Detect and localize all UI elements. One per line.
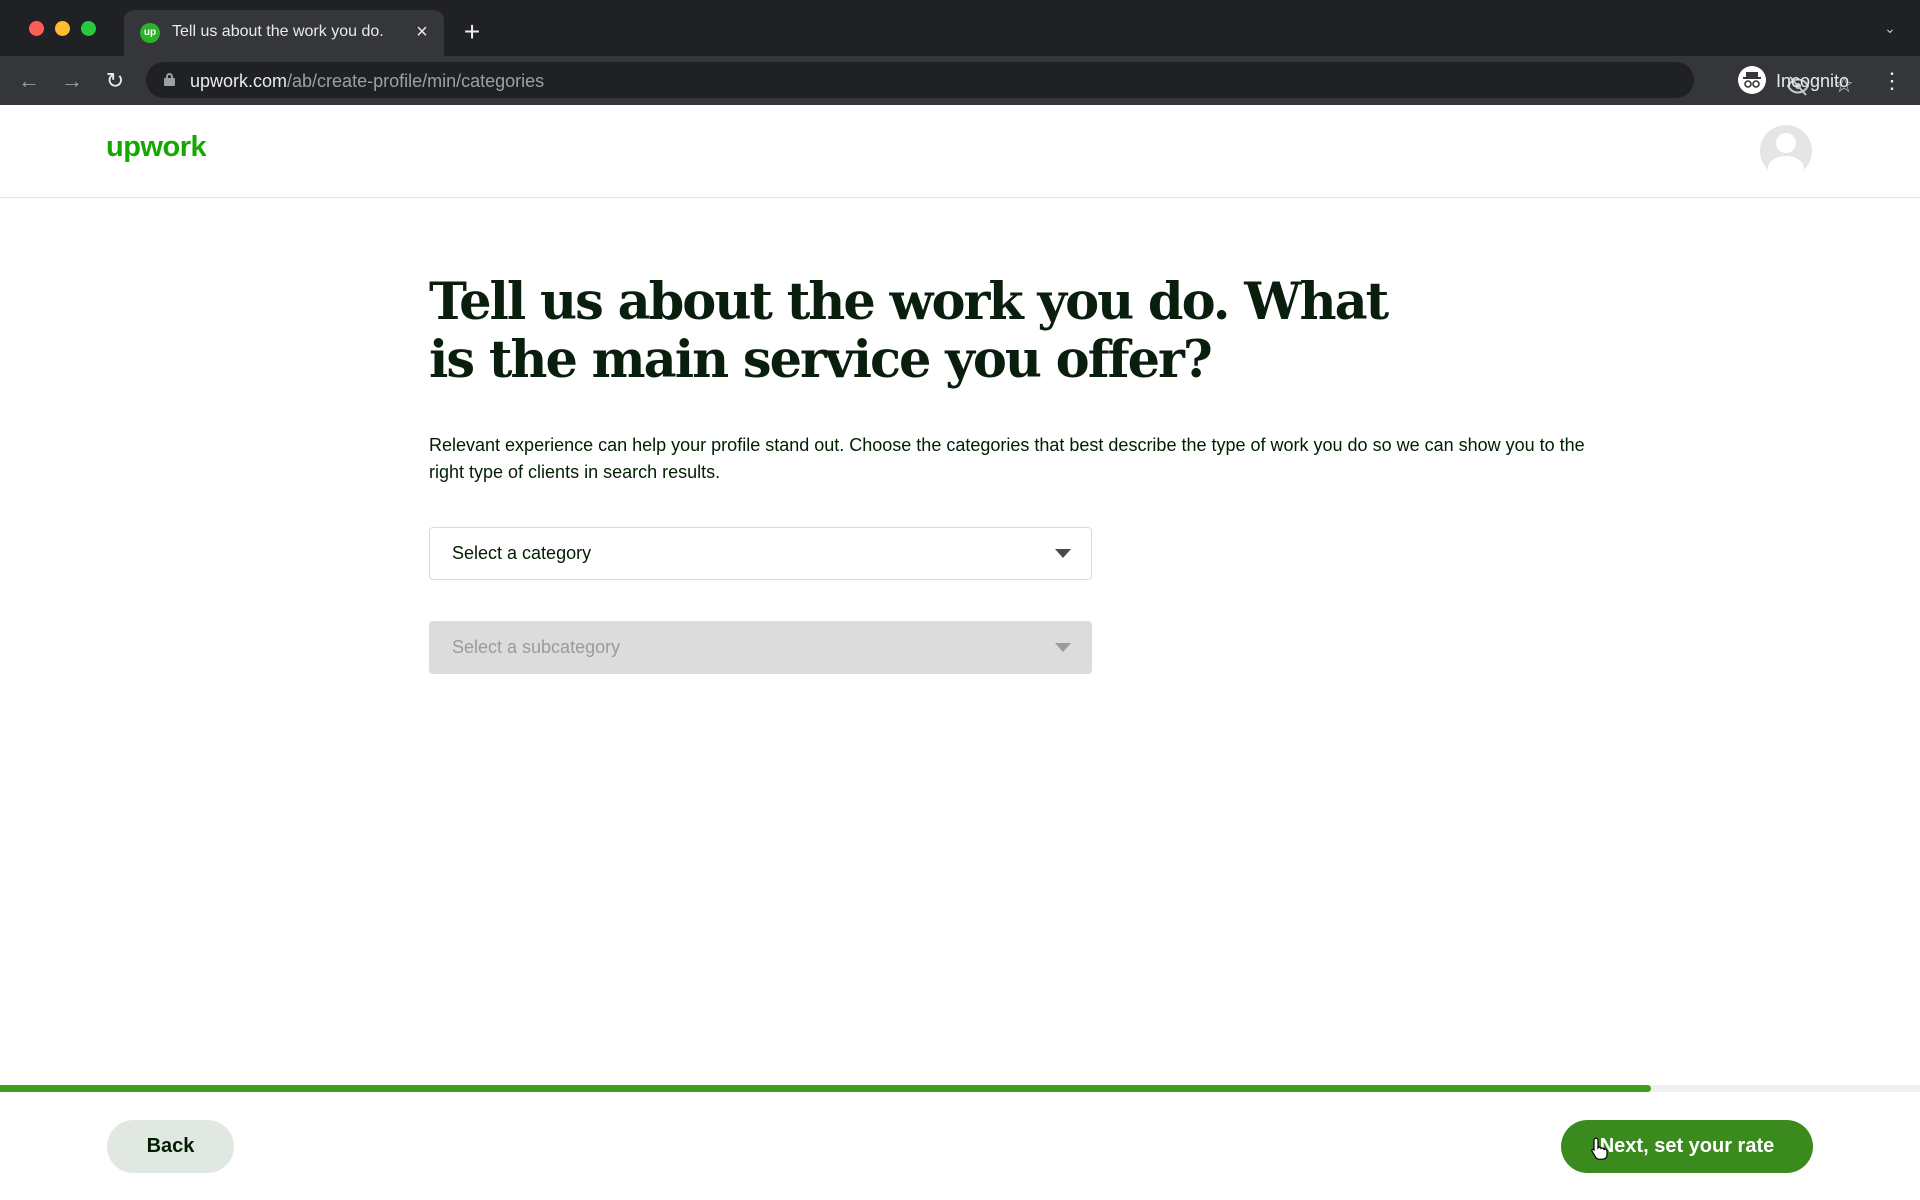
site-header: upwork [0,105,1920,198]
subcategory-select-placeholder: Select a subcategory [452,637,621,657]
tab-title: Tell us about the work you do. [172,23,384,40]
caret-down-icon [1055,643,1071,652]
caret-down-icon [1055,549,1071,558]
reload-icon[interactable]: ↻ [100,66,130,96]
hand-cursor-icon [1591,1137,1608,1160]
avatar[interactable] [1760,125,1812,177]
upwork-favicon-icon: up [140,23,160,43]
progress-bar [0,1085,1920,1092]
avatar-head [1776,133,1796,153]
page-description: Relevant experience can help your profil… [429,435,1585,482]
category-select[interactable]: Select a category [429,527,1092,580]
back-arrow-icon[interactable]: ← [14,66,44,96]
incognito-profile-button[interactable]: Incognito [1732,62,1862,98]
subcategory-select[interactable]: Select a subcategory [429,621,1092,674]
close-window-button[interactable] [29,21,44,36]
avatar-shoulders [1768,156,1804,177]
incognito-label: Incognito [1776,71,1850,91]
category-select-placeholder: Select a category [452,543,592,563]
browser-menu-icon[interactable]: ⋮ [1880,66,1904,96]
url-text[interactable]: upwork.com/ab/create-profile/min/categor… [190,71,544,92]
page: upwork Tell us about the work you do. Wh… [0,105,1920,1200]
forward-arrow-icon[interactable]: → [57,66,87,96]
browser-toolbar: ← → ↻ upwork.com/ab/create-profile/min/c… [0,56,1920,105]
upwork-logo[interactable]: upwork [106,131,207,164]
tab-search-chevron-icon[interactable]: ⌄ [1878,20,1902,44]
address-bar[interactable]: upwork.com/ab/create-profile/min/categor… [146,62,1854,98]
maximize-window-button[interactable] [81,21,96,36]
back-button[interactable]: Back [107,1120,234,1173]
close-tab-icon[interactable]: × [410,20,434,44]
minimize-window-button[interactable] [55,21,70,36]
page-title: Tell us about the work you do. What is t… [429,272,1389,390]
new-tab-button[interactable]: + [458,18,486,46]
incognito-icon [1738,66,1766,94]
browser-tab-active[interactable]: up Tell us about the work you do. × [124,10,444,56]
browser-tab-strip: up Tell us about the work you do. × + ⌄ [0,0,1920,56]
lock-icon[interactable] [164,73,175,86]
progress-bar-fill [0,1085,1652,1092]
